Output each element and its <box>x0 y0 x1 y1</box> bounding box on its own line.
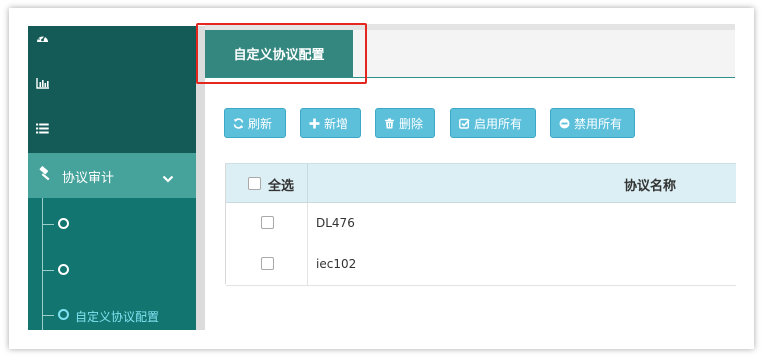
row-select-cell <box>226 244 308 285</box>
sidebar-top-section <box>28 26 196 153</box>
circle-icon <box>58 309 69 320</box>
disable-all-button[interactable]: 禁用所有 <box>550 108 635 138</box>
select-all-checkbox[interactable] <box>248 177 261 190</box>
circle-icon <box>58 264 69 275</box>
enable-all-button-label: 启用所有 <box>474 116 523 131</box>
minus-circle-icon <box>559 118 570 129</box>
refresh-button[interactable]: 刷新 <box>224 108 286 138</box>
table-header: 全选 协议名称 <box>226 164 736 203</box>
delete-button-label: 删除 <box>399 116 424 131</box>
table-row[interactable]: DL476 <box>226 203 736 245</box>
protocol-table: 全选 协议名称 DL476 iec102 <box>225 163 736 286</box>
column-header-protocol-name[interactable]: 协议名称 <box>624 175 676 194</box>
circle-icon <box>58 218 69 229</box>
row-select-cell <box>226 203 308 244</box>
disable-all-button-label: 禁用所有 <box>574 116 623 131</box>
sidebar-item-protocol-audit[interactable]: 协议审计 <box>28 153 196 198</box>
select-all-cell: 全选 <box>226 164 308 202</box>
list-icon[interactable] <box>36 123 50 137</box>
tree-branch <box>42 270 54 271</box>
chevron-down-icon[interactable] <box>162 169 174 183</box>
row-checkbox[interactable] <box>261 257 274 270</box>
enable-all-button[interactable]: 启用所有 <box>450 108 536 138</box>
sidebar-subitem-2[interactable] <box>42 261 196 281</box>
tree-branch <box>42 224 54 225</box>
add-button-label: 新增 <box>324 116 349 131</box>
select-all-label: 全选 <box>268 179 295 194</box>
sidebar: 协议审计 自定义协议配置 <box>28 26 196 330</box>
sidebar-subitem-1[interactable] <box>42 215 196 235</box>
sidebar-subitem-label: 自定义协议配置 <box>75 310 160 324</box>
check-square-icon <box>459 118 470 129</box>
tree-branch <box>42 315 54 316</box>
delete-button[interactable]: 删除 <box>375 108 435 138</box>
bar-chart-icon[interactable] <box>36 77 50 91</box>
protocol-name-cell: iec102 <box>316 257 357 271</box>
row-checkbox[interactable] <box>261 216 274 229</box>
sidebar-subitem-custom-protocol-config[interactable]: 自定义协议配置 <box>42 306 196 326</box>
dashboard-gauge-icon[interactable] <box>36 32 50 46</box>
hammer-icon <box>38 166 54 182</box>
protocol-name-cell: DL476 <box>316 216 355 230</box>
plus-icon <box>309 118 320 129</box>
highlight-annotation-box <box>196 23 367 84</box>
table-row[interactable]: iec102 <box>226 244 736 286</box>
add-button[interactable]: 新增 <box>300 108 361 138</box>
refresh-icon <box>233 117 244 129</box>
trash-icon <box>384 118 395 129</box>
sidebar-item-label: 协议审计 <box>62 171 115 186</box>
refresh-button-label: 刷新 <box>248 116 273 131</box>
